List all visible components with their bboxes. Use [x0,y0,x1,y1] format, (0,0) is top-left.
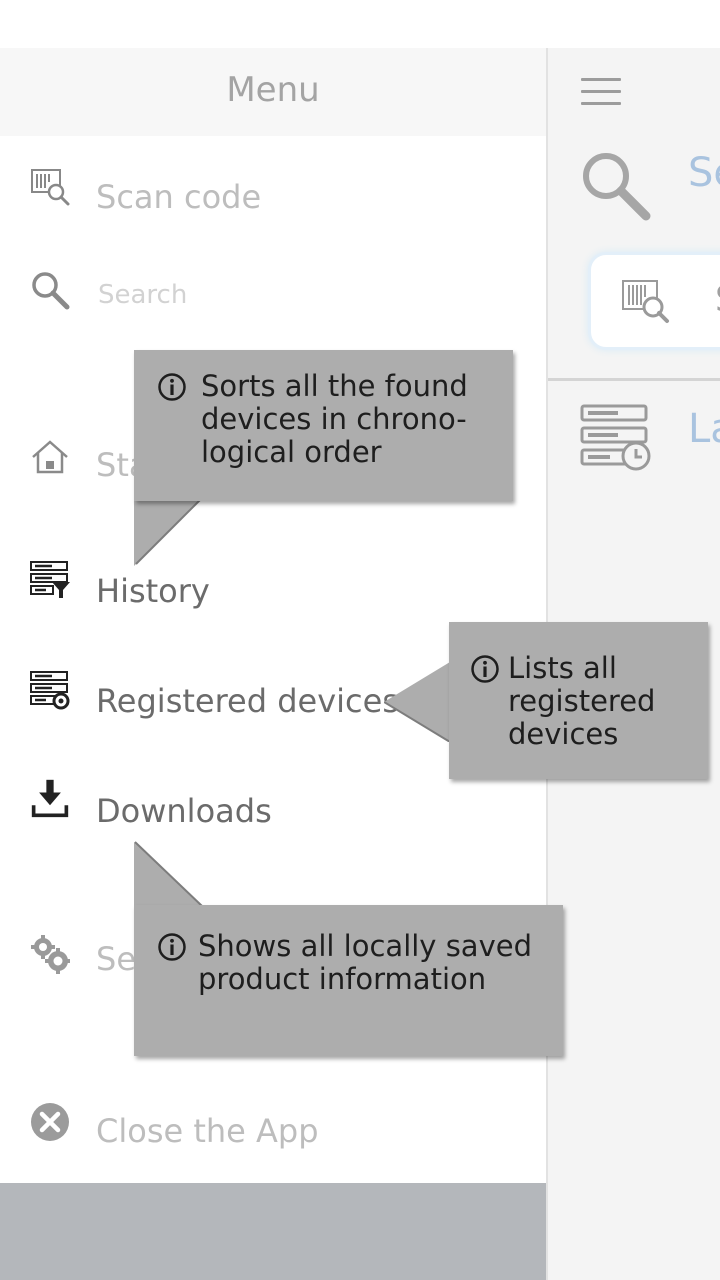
search-icon [32,272,70,310]
menu-label-close-app: Close the App [96,1112,319,1150]
tooltip-history-text: Sorts all the found devices in chrono-lo… [201,369,468,469]
info-icon [158,373,186,401]
tooltip-history-pointer [134,500,201,566]
scan-code-box[interactable]: S [588,252,720,350]
menu-label-settings: Se [96,940,136,978]
tooltip-downloads-pointer [134,841,204,908]
download-icon [31,779,69,818]
divider [548,378,720,381]
home-icon [32,440,68,474]
tooltip-registered-pointer [384,662,451,742]
barcode-scan-icon [622,280,669,323]
search-icon[interactable] [578,148,654,224]
tooltip-downloads-text: Shows all locally saved product informat… [198,929,532,996]
tooltip-history: Sorts all the found devices in chrono-lo… [134,350,513,501]
status-bar [0,0,720,48]
scan-box-text: S [715,279,720,320]
menu-item-scan-code[interactable]: Scan code [0,158,546,238]
tooltip-registered-devices: Lists all registered devices [449,622,708,779]
menu-label-downloads: Downloads [96,792,272,830]
menu-item-downloads[interactable]: Downloads [0,770,546,850]
history-list-icon [580,404,651,471]
menu-label-registered-devices: Registered devices [96,682,399,720]
registered-devices-icon [30,671,70,710]
close-circle-icon [31,1103,69,1141]
menu-label-scan-code: Scan code [96,178,262,216]
menu-label-history: History [96,572,210,610]
menu-item-history[interactable]: History [0,550,546,630]
main-search-label: Se [688,150,720,196]
gear-icon [31,935,70,974]
menu-item-search[interactable] [0,256,546,336]
search-input[interactable] [96,272,500,318]
history-filter-icon [30,561,70,598]
main-last-label: La [688,406,720,452]
drawer-header: Menu [0,48,546,136]
tooltip-downloads: Shows all locally saved product informat… [134,905,563,1056]
barcode-scan-icon [31,169,70,206]
info-icon [158,933,186,961]
tooltip-registered-text: Lists all registered devices [508,651,656,751]
hamburger-menu-icon[interactable] [581,78,621,108]
drawer-title: Menu [226,70,320,110]
menu-item-close-app[interactable]: Close the App [0,1090,546,1170]
drawer-footer [0,1183,546,1280]
main-header [548,48,720,136]
info-icon [471,655,499,683]
